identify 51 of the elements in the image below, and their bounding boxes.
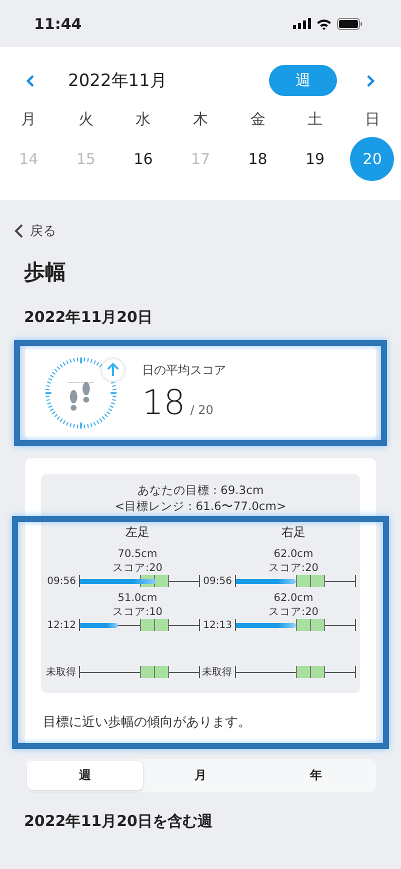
foot-label: 右足	[280, 524, 306, 541]
target-zone	[296, 619, 326, 631]
time-label: 09:56	[202, 576, 233, 586]
foot-label: 左足	[124, 524, 150, 541]
target-zone	[296, 575, 326, 587]
goal-text: あなたの目標 : 69.3cm	[136, 482, 265, 498]
month-title: 2022年11月	[68, 70, 168, 92]
footprints-dial-icon	[44, 356, 118, 430]
score-label: 日の平均スコア	[142, 362, 226, 379]
weekday-label: 日	[364, 110, 381, 129]
stride-score: スコア:20	[112, 561, 164, 575]
calendar-day[interactable]: 18	[236, 137, 280, 181]
status-time: 11:44	[34, 14, 82, 32]
battery-icon	[337, 18, 363, 30]
page-title: 歩幅	[24, 259, 67, 286]
chevron-left-icon	[14, 223, 24, 239]
score-value: 18	[142, 383, 186, 423]
period-tab[interactable]: 週	[27, 761, 143, 790]
weekday-label: 土	[306, 110, 324, 129]
stride-score: スコア:20	[268, 605, 320, 619]
calendar-day[interactable]: 16	[121, 137, 166, 181]
weekday-label: 火	[77, 110, 94, 129]
week-heading: 2022年11月20日を含む週	[24, 812, 214, 831]
stride-length: 62.0cm	[272, 591, 314, 605]
period-tab[interactable]: 月	[142, 761, 258, 790]
time-label: 09:56	[46, 576, 77, 586]
back-button[interactable]: 戻る	[14, 222, 56, 240]
time-label: 12:12	[46, 620, 77, 630]
date-heading: 2022年11月20日	[24, 308, 154, 327]
score-max: / 20	[190, 403, 214, 417]
weekday-label: 木	[192, 110, 209, 129]
stride-score: スコア:10	[112, 605, 164, 619]
calendar-day[interactable]: 19	[293, 137, 338, 181]
summary-text: 目標に近い歩幅の傾向があります。	[42, 714, 252, 731]
time-label: 未取得	[201, 666, 233, 679]
weekday-label: 金	[249, 110, 266, 129]
stride-length: 51.0cm	[116, 591, 158, 605]
period-tab[interactable]: 年	[258, 761, 374, 790]
weekday-label: 月	[20, 110, 38, 129]
target-zone	[140, 666, 170, 678]
target-zone	[140, 619, 170, 631]
stride-score: スコア:20	[268, 561, 320, 575]
time-label: 12:13	[202, 620, 233, 630]
stride-length: 70.5cm	[116, 547, 158, 561]
weekday-label: 水	[134, 110, 152, 129]
target-zone	[296, 666, 326, 678]
range-text: <目標レンジ : 61.6〜77.0cm>	[114, 498, 288, 514]
stride-length: 62.0cm	[272, 547, 314, 561]
signal-icon	[293, 18, 311, 29]
time-label: 未取得	[45, 666, 77, 679]
wifi-icon	[316, 18, 332, 30]
